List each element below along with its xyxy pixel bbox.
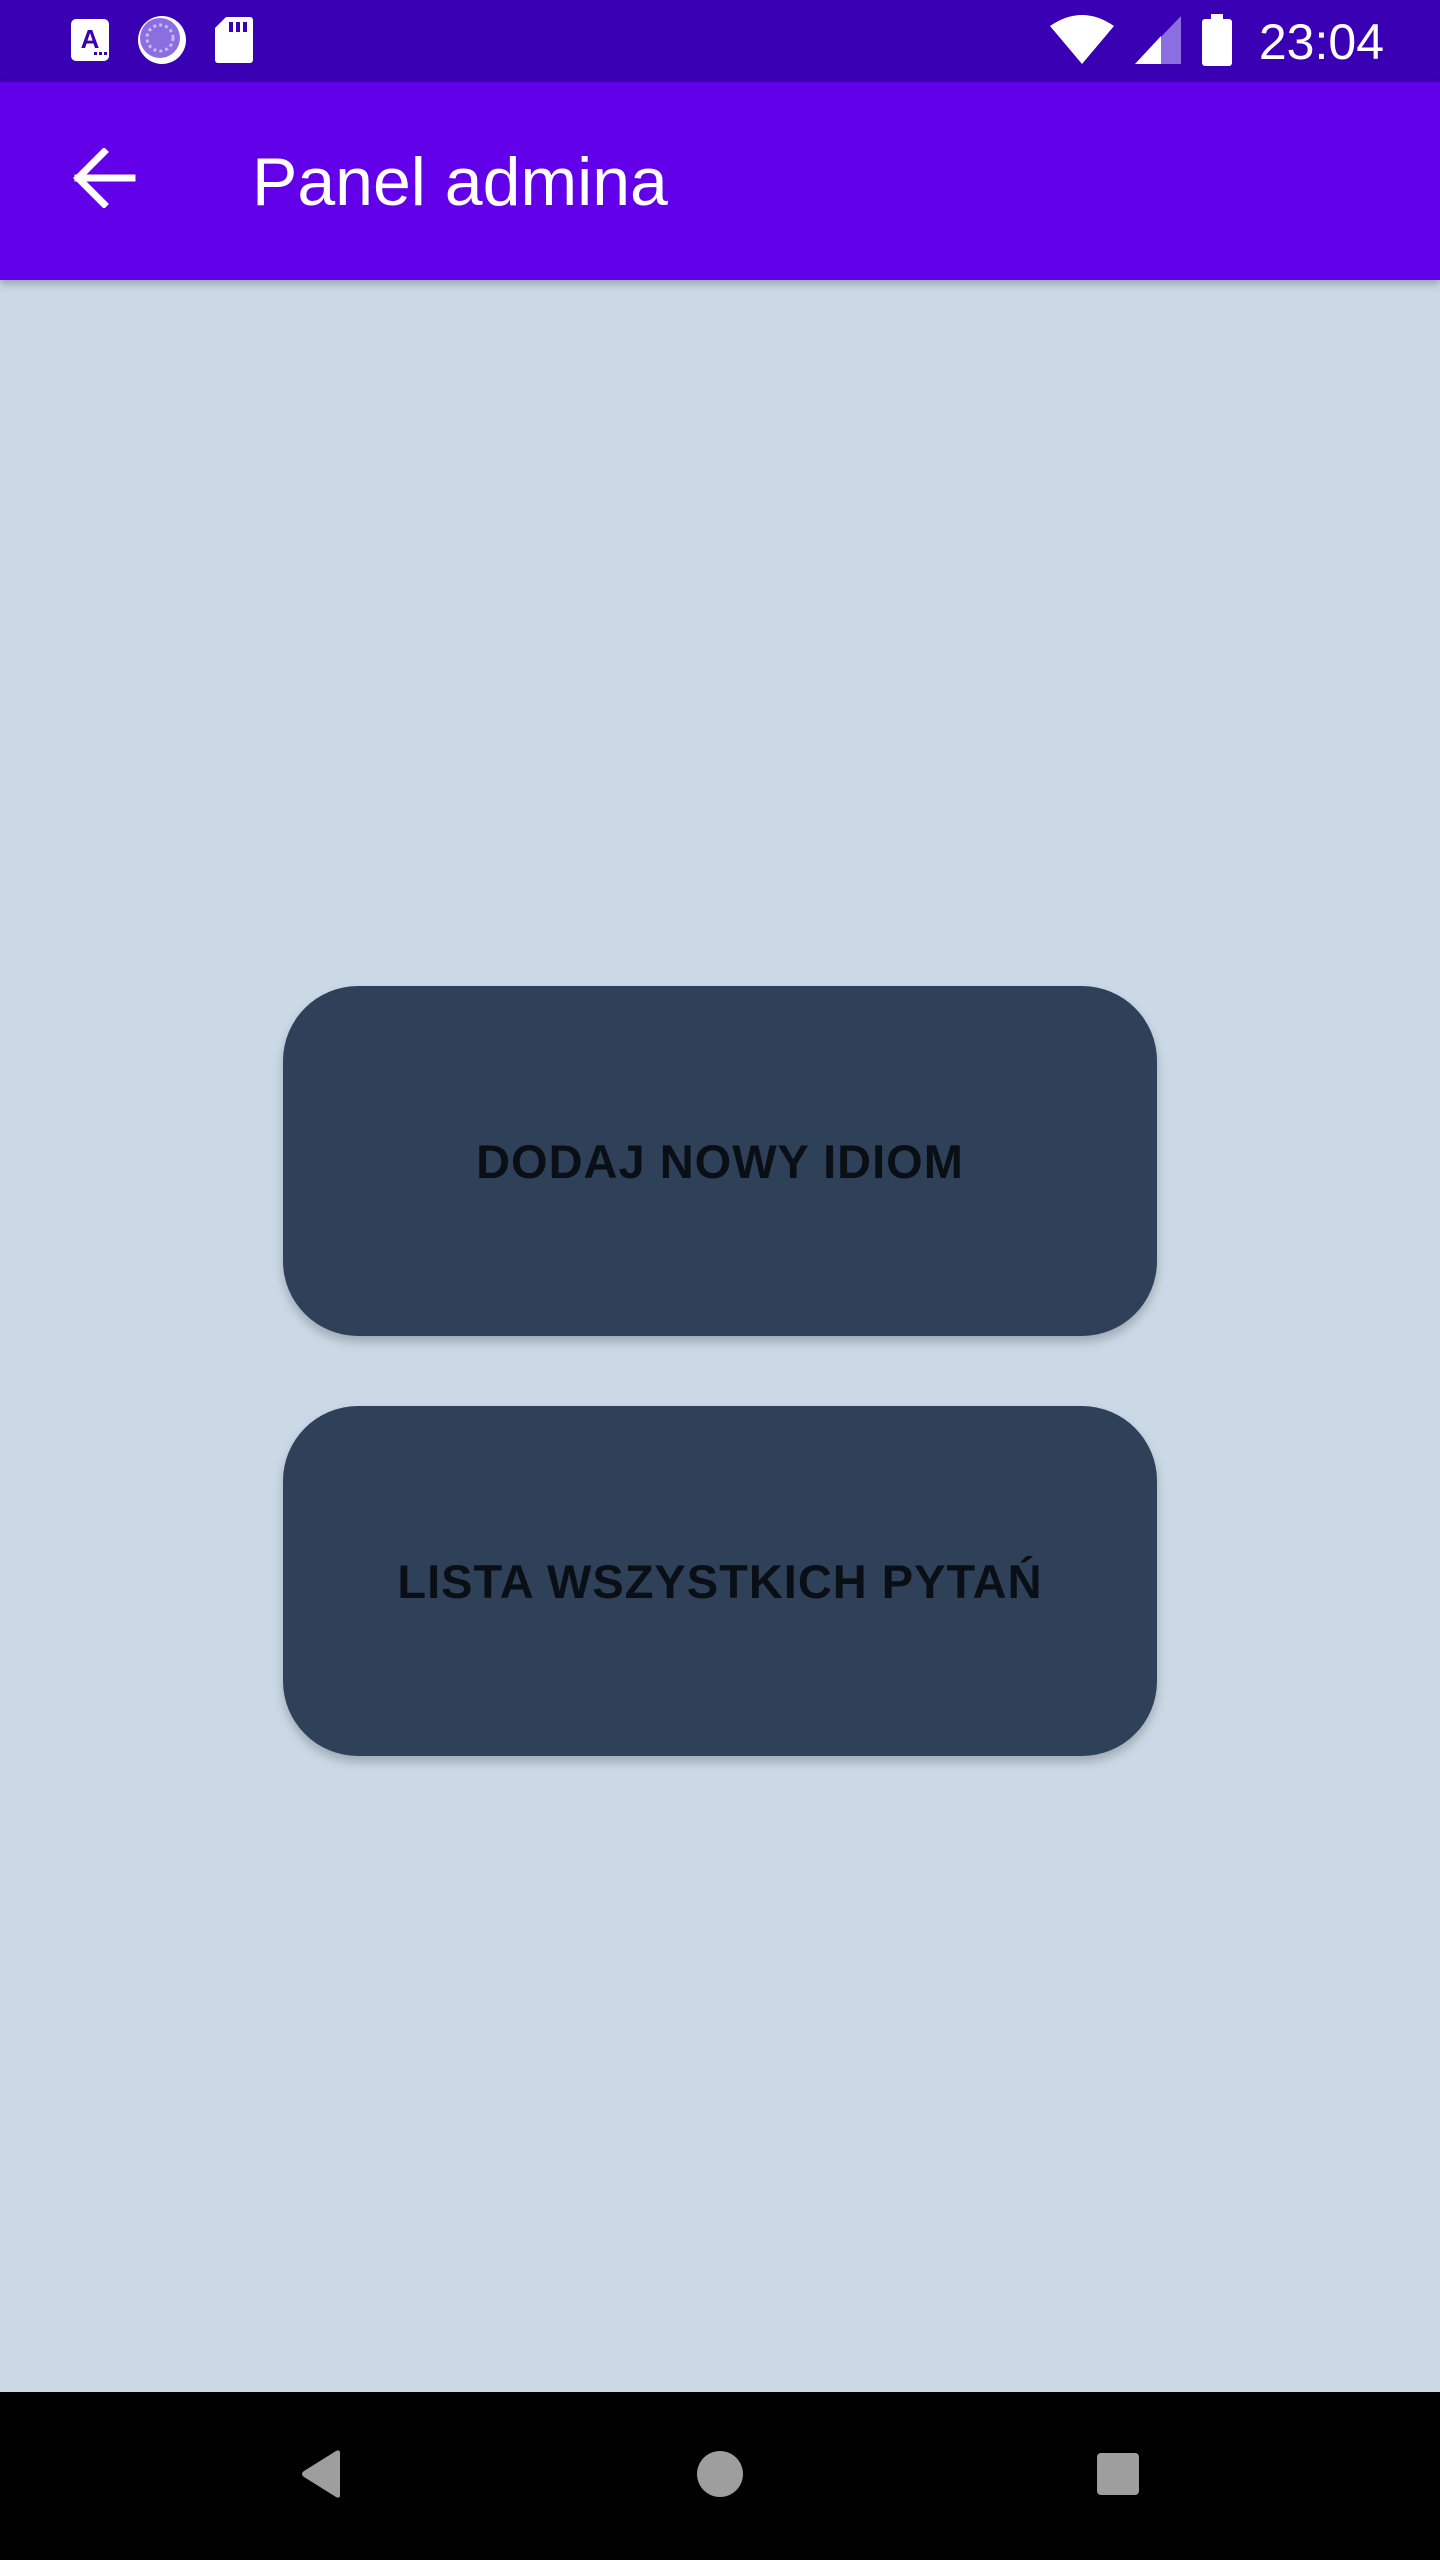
sync-circle-icon (136, 14, 188, 71)
nav-back-button[interactable] (282, 2436, 362, 2516)
nav-recents-button[interactable] (1078, 2436, 1158, 2516)
page-title: Panel admina (252, 144, 668, 220)
wifi-icon (1049, 14, 1115, 71)
arrow-back-icon (72, 146, 136, 213)
status-notifications: A (70, 14, 254, 71)
nav-home-button[interactable] (680, 2436, 760, 2516)
add-new-idiom-button[interactable]: DODAJ NOWY IDIOM (283, 986, 1157, 1336)
nav-home-icon (696, 2450, 744, 2503)
app-toolbar: Panel admina (0, 82, 1440, 280)
status-system: 23:04 (1049, 12, 1384, 72)
battery-icon (1201, 13, 1233, 72)
nav-back-icon (300, 2449, 344, 2504)
navigation-bar (0, 2392, 1440, 2560)
svg-text:A: A (81, 24, 100, 54)
app-a-icon: A (70, 18, 110, 67)
signal-icon (1133, 14, 1183, 71)
back-button[interactable] (52, 128, 156, 232)
nav-recents-icon (1096, 2452, 1140, 2501)
status-time: 23:04 (1258, 14, 1384, 70)
sd-card-icon (214, 15, 254, 70)
status-bar: A 23:04 (0, 0, 1440, 82)
all-questions-list-button[interactable]: LISTA WSZYSTKICH PYTAŃ (283, 1406, 1157, 1756)
